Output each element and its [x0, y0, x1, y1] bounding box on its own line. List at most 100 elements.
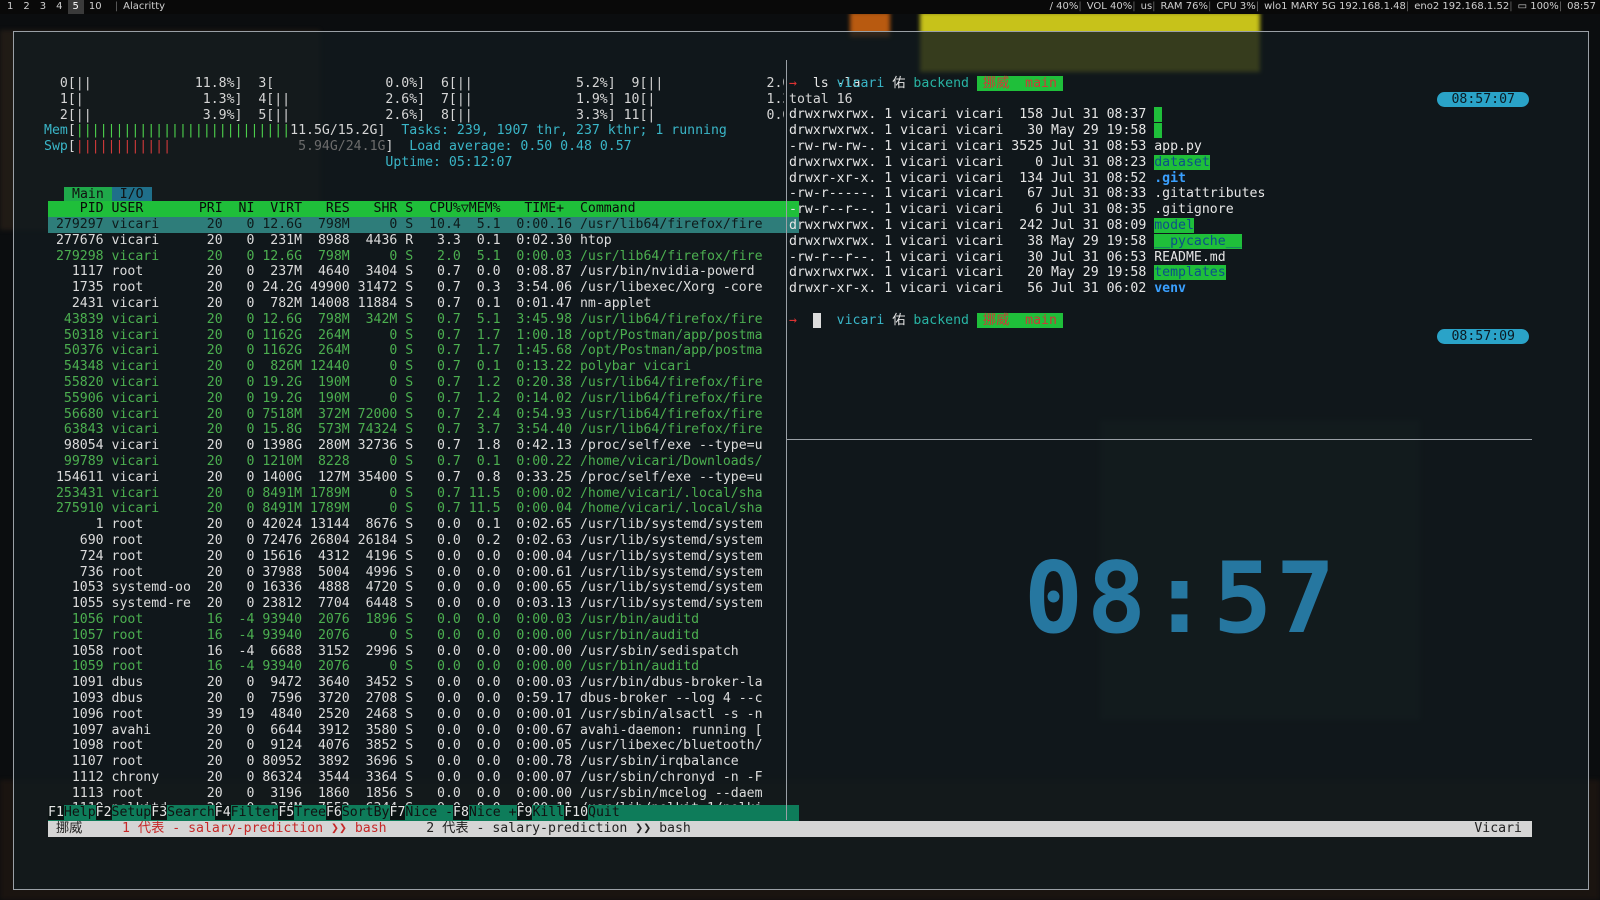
workspace-1[interactable]: 1	[2, 0, 18, 14]
workspace-2[interactable]: 2	[18, 0, 34, 14]
prompt-user: vicari	[836, 75, 885, 91]
pane-divider-vertical[interactable]	[786, 60, 787, 820]
process-row[interactable]: 724 root 20 0 15616 4312 4196 S 0.0 0.0 …	[48, 549, 799, 565]
swap-meter: Swp[|||||||||||| 5.94G/24.1G] Load avera…	[44, 139, 632, 155]
process-row[interactable]: 99789 vicari 20 0 1210M 8228 0 S 0.7 0.1…	[48, 454, 799, 470]
process-row[interactable]: 277676 vicari 20 0 231M 8988 4436 R 3.3 …	[48, 233, 799, 249]
process-row[interactable]: 736 root 20 0 37988 5004 4996 S 0.0 0.0 …	[48, 565, 799, 581]
prompt-user: vicari	[836, 312, 885, 328]
shell-pane[interactable]: vicari 佑 backend 挪威 main 08:57:07 → ls -…	[789, 60, 1529, 360]
process-row[interactable]: 2431 vicari 20 0 782M 14008 11884 S 0.7 …	[48, 296, 799, 312]
pane-divider-horizontal[interactable]	[787, 439, 1532, 440]
fkey-f4[interactable]: F4Filter	[214, 805, 278, 821]
process-row[interactable]: 1091 dbus 20 0 9472 3640 3452 S 0.0 0.0 …	[48, 675, 799, 691]
process-row[interactable]: 1059 root 16 -4 93940 2076 0 S 0.0 0.0 0…	[48, 659, 799, 675]
listing-entry: drwxrwxrwx. 1 vicari vicari 242 Jul 31 0…	[789, 217, 1529, 234]
process-row[interactable]: 54348 vicari 20 0 826M 12440 0 S 0.7 0.1…	[48, 359, 799, 375]
window-2-tab[interactable]: 2 代表 - salary-prediction ❯❯ bash	[426, 821, 691, 836]
listing-entry: drwxr-xr-x. 1 vicari vicari 56 Jul 31 06…	[789, 281, 1529, 297]
process-row[interactable]: 98054 vicari 20 0 1398G 280M 32736 S 0.7…	[48, 438, 799, 454]
process-row[interactable]: 690 root 20 0 72476 26804 26184 S 0.0 0.…	[48, 533, 799, 549]
window-title: Alacritty	[123, 1, 166, 12]
process-row[interactable]: 1 root 20 0 42024 13144 8676 S 0.0 0.1 0…	[48, 517, 799, 533]
swap-value: 5.94G/24.1G	[298, 139, 386, 155]
process-row[interactable]: 56680 vicari 20 0 7518M 372M 72000 S 0.7…	[48, 407, 799, 423]
fkey-f5[interactable]: F5Tree	[278, 805, 326, 821]
fkey-f6[interactable]: F6SortBy	[325, 805, 390, 821]
entry-name	[1154, 123, 1163, 139]
fkey-f3[interactable]: F3Search	[151, 805, 215, 821]
process-row[interactable]: 154611 vicari 20 0 1400G 127M 35400 S 0.…	[48, 470, 799, 486]
fkey-label: Tree	[294, 805, 326, 820]
process-list[interactable]: 279297 vicari 20 0 12.6G 798M 0 S 10.4 5…	[48, 217, 799, 817]
fkey-f8[interactable]: F8Nice +	[453, 805, 517, 821]
process-row[interactable]: 1057 root 16 -4 93940 2076 0 S 0.0 0.0 0…	[48, 628, 799, 644]
fkey-f1[interactable]: F1Help	[48, 805, 96, 821]
process-row[interactable]: 1113 root 20 0 3196 1860 1856 S 0.0 0.0 …	[48, 786, 799, 802]
workspace-5[interactable]: 5	[67, 0, 84, 14]
process-row[interactable]: 50376 vicari 20 0 1162G 264M 0 S 0.7 1.7…	[48, 343, 799, 359]
fkey-key: F9	[516, 805, 533, 820]
fkey-key: F2	[95, 805, 112, 820]
process-row[interactable]: 1117 root 20 0 237M 4640 3404 S 0.7 0.0 …	[48, 264, 799, 280]
entry-meta: -rw-rw-rw-. 1 vicari vicari 3525 Jul 31 …	[789, 138, 1155, 154]
process-row[interactable]: 1058 root 16 -4 6688 3152 2996 S 0.0 0.0…	[48, 644, 799, 660]
prompt-line: vicari 佑 backend 挪威 main 08:57:09	[789, 297, 1529, 344]
process-row[interactable]: 43839 vicari 20 0 12.6G 798M 342M S 0.7 …	[48, 312, 799, 328]
process-row[interactable]: 1096 root 39 19 4840 2520 2468 S 0.0 0.0…	[48, 707, 799, 723]
process-row[interactable]: 253431 vicari 20 0 8491M 1789M 0 S 0.7 1…	[48, 486, 799, 502]
process-row[interactable]: 1098 root 20 0 9124 4076 3852 S 0.0 0.0 …	[48, 738, 799, 754]
fkey-f9[interactable]: F9Kill	[516, 805, 564, 821]
prompt-cwd: backend	[913, 312, 969, 328]
process-row[interactable]: 1735 root 20 0 24.2G 49900 31472 S 0.7 0…	[48, 280, 799, 296]
process-row[interactable]: 1097 avahi 20 0 6644 3912 3580 S 0.0 0.0…	[48, 723, 799, 739]
fkey-label: Nice -	[405, 805, 454, 820]
fkey-label: Help	[63, 805, 96, 820]
entry-name: .gitattributes	[1154, 186, 1266, 202]
terminal-window[interactable]: 0[|| 11.8%] 3[ 0.0%] 6[|| 5.2%] 9[|| 2.0…	[13, 31, 1589, 890]
fkey-f7[interactable]: F7Nice -	[389, 805, 454, 821]
workspace-10[interactable]: 10	[84, 0, 107, 14]
workspace-3[interactable]: 3	[35, 0, 51, 14]
process-row[interactable]: 275910 vicari 20 0 8491M 1789M 0 S 0.7 1…	[48, 501, 799, 517]
column-headers[interactable]: PID USER PRI NI VIRT RES SHR S CPU%▽MEM%…	[48, 201, 799, 217]
process-row[interactable]: 279298 vicari 20 0 12.6G 798M 0 S 2.0 5.…	[48, 249, 799, 265]
entry-meta: drwxrwxrwx. 1 vicari vicari 158 Jul 31 0…	[789, 107, 1155, 123]
fkey-key: F3	[151, 805, 168, 820]
listing-entry: -rw-r--r--. 1 vicari vicari 6 Jul 31 08:…	[789, 202, 1529, 218]
process-row[interactable]: 50318 vicari 20 0 1162G 264M 0 S 0.7 1.7…	[48, 328, 799, 344]
entry-meta: -rw-r--r--. 1 vicari vicari 30 Jul 31 06…	[789, 249, 1155, 265]
indicator-item: eno2 192.168.1.52	[1414, 1, 1510, 12]
process-row[interactable]: 1107 root 20 0 80952 3892 3696 S 0.0 0.0…	[48, 754, 799, 770]
process-row[interactable]: 1055 systemd-re 20 0 23812 7704 6448 S 0…	[48, 596, 799, 612]
mem-value: 11.5G/15.2G	[290, 123, 378, 139]
window-1-tab[interactable]: 1 代表 - salary-prediction ❯❯ bash	[122, 821, 387, 836]
fkey-key: F6	[325, 805, 342, 820]
workspace-4[interactable]: 4	[51, 0, 67, 14]
indicator-item: us	[1140, 1, 1153, 12]
process-row[interactable]: 1056 root 16 -4 93940 2076 1896 S 0.0 0.…	[48, 612, 799, 628]
entry-meta: drwxrwxrwx. 1 vicari vicari 38 May 29 19…	[789, 233, 1155, 249]
process-row[interactable]: 1112 chrony 20 0 86324 3544 3364 S 0.0 0…	[48, 770, 799, 786]
host-label: Vicari	[1474, 821, 1522, 836]
directory-listing: drwxrwxrwx. 1 vicari vicari 158 Jul 31 0…	[789, 107, 1529, 297]
process-row[interactable]: 55820 vicari 20 0 19.2G 190M 0 S 0.7 1.2…	[48, 375, 799, 391]
entry-meta: -rw-r--r--. 1 vicari vicari 6 Jul 31 08:…	[789, 202, 1155, 218]
process-row[interactable]: 1093 dbus 20 0 7596 3720 2708 S 0.0 0.0 …	[48, 691, 799, 707]
fkey-f2[interactable]: F2Setup	[95, 805, 152, 821]
process-row[interactable]: 55906 vicari 20 0 19.2G 190M 0 S 0.7 1.2…	[48, 391, 799, 407]
entry-name: templates	[1154, 265, 1226, 281]
fkey-label: Setup	[111, 805, 152, 820]
process-row[interactable]: 63843 vicari 20 0 15.8G 573M 74324 S 0.7…	[48, 422, 799, 438]
process-row[interactable]: 1053 systemd-oo 20 0 16336 4888 4720 S 0…	[48, 580, 799, 596]
cpu-meter-row: 0[|| 11.8%] 3[ 0.0%] 6[|| 5.2%] 9[|| 2.0…	[44, 76, 784, 91]
process-table-header[interactable]: PID USER PRI NI VIRT RES SHR S CPU%▽MEM%…	[48, 201, 799, 217]
listing-entry: -rw-r--r--. 1 vicari vicari 30 Jul 31 06…	[789, 250, 1529, 266]
listing-total: total 16	[789, 91, 853, 107]
entry-name: app.py	[1154, 138, 1202, 154]
indicator-item: / 40%	[1049, 1, 1079, 12]
cpu-meter-row: 2[|| 3.9%] 5[|| 2.6%] 8[|| 3.3%] 11[| 0.…	[44, 107, 784, 123]
listing-entry: -rw-rw-rw-. 1 vicari vicari 3525 Jul 31 …	[789, 139, 1529, 155]
fkey-f10[interactable]: F10Quit	[564, 805, 620, 821]
process-row[interactable]: 279297 vicari 20 0 12.6G 798M 0 S 10.4 5…	[48, 217, 799, 233]
